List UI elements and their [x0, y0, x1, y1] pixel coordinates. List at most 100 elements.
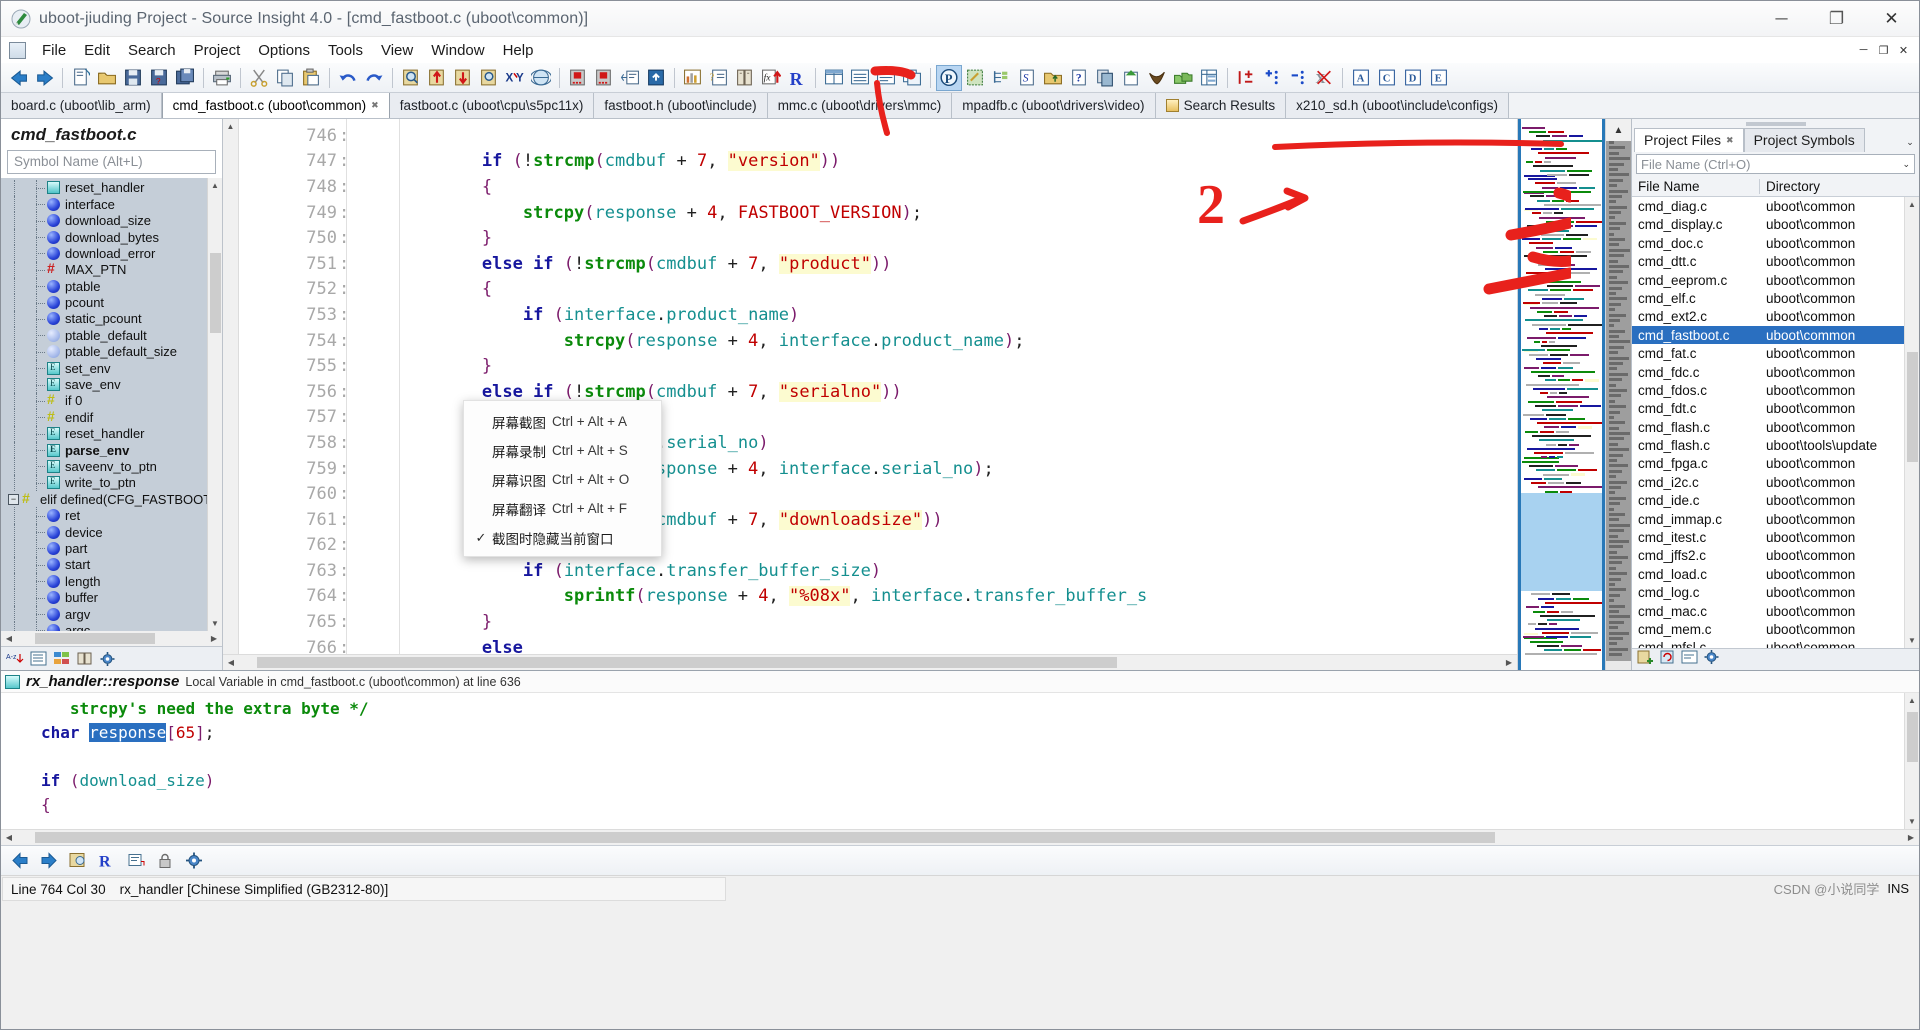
gear-icon[interactable]	[97, 649, 117, 668]
file-list-row[interactable]: cmd_doc.c uboot\common	[1632, 234, 1904, 252]
symbol-item-elif_defined_CFG_FASTBOOT[interactable]: − elif defined(CFG_FASTBOOT	[1, 490, 207, 507]
add-line-icon[interactable]	[1233, 65, 1259, 91]
bird-icon[interactable]	[1144, 65, 1170, 91]
menu-help[interactable]: Help	[494, 40, 543, 61]
symbol-item-pcount[interactable]: pcount	[1, 294, 207, 312]
question-doc-icon[interactable]: ?	[1066, 65, 1092, 91]
context-scrollbar-thumb[interactable]	[1907, 712, 1918, 762]
chevron-down-icon[interactable]: ⌄	[1901, 132, 1919, 152]
code-line[interactable]: 752: {	[239, 277, 1517, 303]
code-line[interactable]: 764: sprintf(response + 4, "%08x", inter…	[239, 584, 1517, 610]
symbol-item-download_size[interactable]: download_size	[1, 212, 207, 230]
back-arrow-icon[interactable]	[5, 65, 31, 91]
symbol-hscrollbar[interactable]: ◀ ▶	[1, 631, 222, 647]
search-icon[interactable]	[398, 65, 424, 91]
green-up-doc-icon[interactable]	[1118, 65, 1144, 91]
replace-xy-icon[interactable]: XY	[502, 65, 528, 91]
forward-arrow-icon[interactable]	[36, 848, 62, 874]
c-box-icon[interactable]: C	[1374, 65, 1400, 91]
bookmark-red2-icon[interactable]	[591, 65, 617, 91]
s-doc-icon[interactable]: S	[1014, 65, 1040, 91]
code-line[interactable]: 753: if (interface.product_name)	[239, 302, 1517, 328]
highlight-box-icon[interactable]	[962, 65, 988, 91]
jump-to-icon[interactable]	[617, 65, 643, 91]
code-editor[interactable]: 746:747: if (!strcmp(cmdbuf + 7, "versio…	[239, 119, 1517, 654]
symbol-item-part[interactable]: part	[1, 540, 207, 558]
symbol-item-download_bytes[interactable]: download_bytes	[1, 228, 207, 246]
cut-scissors-icon[interactable]	[246, 65, 272, 91]
lock-icon[interactable]	[152, 848, 178, 874]
file-list-row[interactable]: cmd_fat.c uboot\common	[1632, 344, 1904, 362]
copy-doc-icon[interactable]	[1092, 65, 1118, 91]
regex-icon[interactable]: R	[784, 65, 810, 91]
code-line[interactable]: 759: strcpy(response + 4, interface.seri…	[239, 456, 1517, 482]
file-list-row[interactable]: cmd_immap.c uboot\common	[1632, 510, 1904, 528]
context-menu-item-屏幕翻译[interactable]: 屏幕翻译 Ctrl + Alt + F	[464, 494, 661, 523]
editor-hscroll-track[interactable]	[239, 655, 1501, 670]
file-list-row[interactable]: cmd_elf.c uboot\common	[1632, 289, 1904, 307]
file-list-row[interactable]: cmd_fdt.c uboot\common	[1632, 400, 1904, 418]
file-name-search-input[interactable]: File Name (Ctrl+O) ⌄	[1636, 154, 1915, 175]
add-dots-icon[interactable]	[1259, 65, 1285, 91]
gear-icon[interactable]	[1703, 649, 1720, 670]
a-box-icon[interactable]: A	[1348, 65, 1374, 91]
print-icon[interactable]	[209, 65, 235, 91]
file-list-row[interactable]: cmd_ide.c uboot\common	[1632, 492, 1904, 510]
code-line[interactable]: 751: else if (!strcmp(cmdbuf + 7, "produ…	[239, 251, 1517, 277]
search-web-icon[interactable]	[528, 65, 554, 91]
list-icon[interactable]	[28, 649, 48, 668]
tile-windows-icon[interactable]	[821, 65, 847, 91]
symbol-item-start[interactable]: start	[1, 556, 207, 574]
forward-arrow-icon[interactable]	[31, 65, 57, 91]
file-list[interactable]: cmd_diag.c uboot\common cmd_display.c uboot…	[1632, 197, 1904, 648]
code-line[interactable]: 758: if (interface.serial_no)	[239, 430, 1517, 456]
pane-drag-handle[interactable]	[1632, 119, 1919, 128]
symbol-search-input[interactable]: Symbol Name (Alt+L)	[7, 150, 216, 174]
remove-dots-icon[interactable]	[1285, 65, 1311, 91]
editor-hscroll-right-icon[interactable]: ▶	[1501, 655, 1517, 670]
book-icon[interactable]	[74, 649, 94, 668]
d-box-icon[interactable]: D	[1400, 65, 1426, 91]
editor-hscrollbar[interactable]: ◀ ▶	[223, 654, 1517, 670]
code-line[interactable]: 763: if (interface.transfer_buffer_size)	[239, 558, 1517, 584]
e-box-icon[interactable]: E	[1426, 65, 1452, 91]
file-tab-Search[interactable]: Search Results	[1155, 93, 1287, 118]
file-list-row[interactable]: cmd_i2c.c uboot\common	[1632, 473, 1904, 491]
screenshot-context-menu[interactable]: 屏幕截图 Ctrl + Alt + A 屏幕录制 Ctrl + Alt + S 屏幕识图…	[463, 400, 662, 557]
mdi-restore-button[interactable]: ❐	[1874, 41, 1893, 59]
menu-file[interactable]: File	[33, 40, 75, 61]
code-line[interactable]: 747: if (!strcmp(cmdbuf + 7, "version"))	[239, 149, 1517, 175]
undo-icon[interactable]	[335, 65, 361, 91]
symbol-item-saveenv_to_ptn[interactable]: saveenv_to_ptn	[1, 458, 207, 476]
symbol-item-write_to_ptn[interactable]: write_to_ptn	[1, 474, 207, 492]
code-line[interactable]: 748: {	[239, 174, 1517, 200]
symbol-item-MAX_PTN[interactable]: MAX_PTN	[1, 260, 207, 279]
context-code-preview[interactable]: strcpy's need the extra byte */ char resp…	[1, 693, 1904, 829]
close-icon[interactable]: ✖	[371, 100, 379, 111]
context-hscroll-left-icon[interactable]: ◀	[1, 830, 17, 845]
symbol-item-if_0[interactable]: if 0	[1, 391, 207, 410]
chevron-down-icon[interactable]: ⌄	[1902, 159, 1910, 170]
close-icon[interactable]: ✖	[1726, 135, 1734, 146]
redo-icon[interactable]	[361, 65, 387, 91]
hscroll-right-icon[interactable]: ▶	[206, 631, 222, 646]
file-list-row[interactable]: cmd_jffs2.c uboot\common	[1632, 547, 1904, 565]
file-list-row[interactable]: cmd_mfsl.c uboot\common	[1632, 639, 1904, 648]
context-menu-item-截图时隐藏当前窗口[interactable]: ✓ 截图时隐藏当前窗口	[464, 523, 661, 552]
scrollbar-thumb[interactable]	[210, 252, 221, 333]
gear-icon[interactable]	[181, 848, 207, 874]
code-line[interactable]: 762: {	[239, 533, 1517, 559]
file-list-row[interactable]: cmd_fdc.c uboot\common	[1632, 363, 1904, 381]
document-overview-scrollbar[interactable]: ▲	[1605, 119, 1631, 670]
editor-scroll-up-icon[interactable]: ▲	[223, 119, 238, 134]
expander-toggle[interactable]: −	[8, 493, 19, 505]
grid-list-icon[interactable]	[1196, 65, 1222, 91]
menu-window[interactable]: Window	[422, 40, 493, 61]
copy-icon[interactable]	[272, 65, 298, 91]
symbol-item-ptable_default_size[interactable]: ptable_default_size	[1, 343, 207, 361]
symbol-item-ptable_default[interactable]: ptable_default	[1, 327, 207, 344]
overview-scroll-up-icon[interactable]: ▲	[1606, 119, 1631, 141]
code-line[interactable]: 766: else	[239, 635, 1517, 654]
symbol-item-static_pcount[interactable]: static_pcount	[1, 310, 207, 328]
menu-view[interactable]: View	[372, 40, 422, 61]
